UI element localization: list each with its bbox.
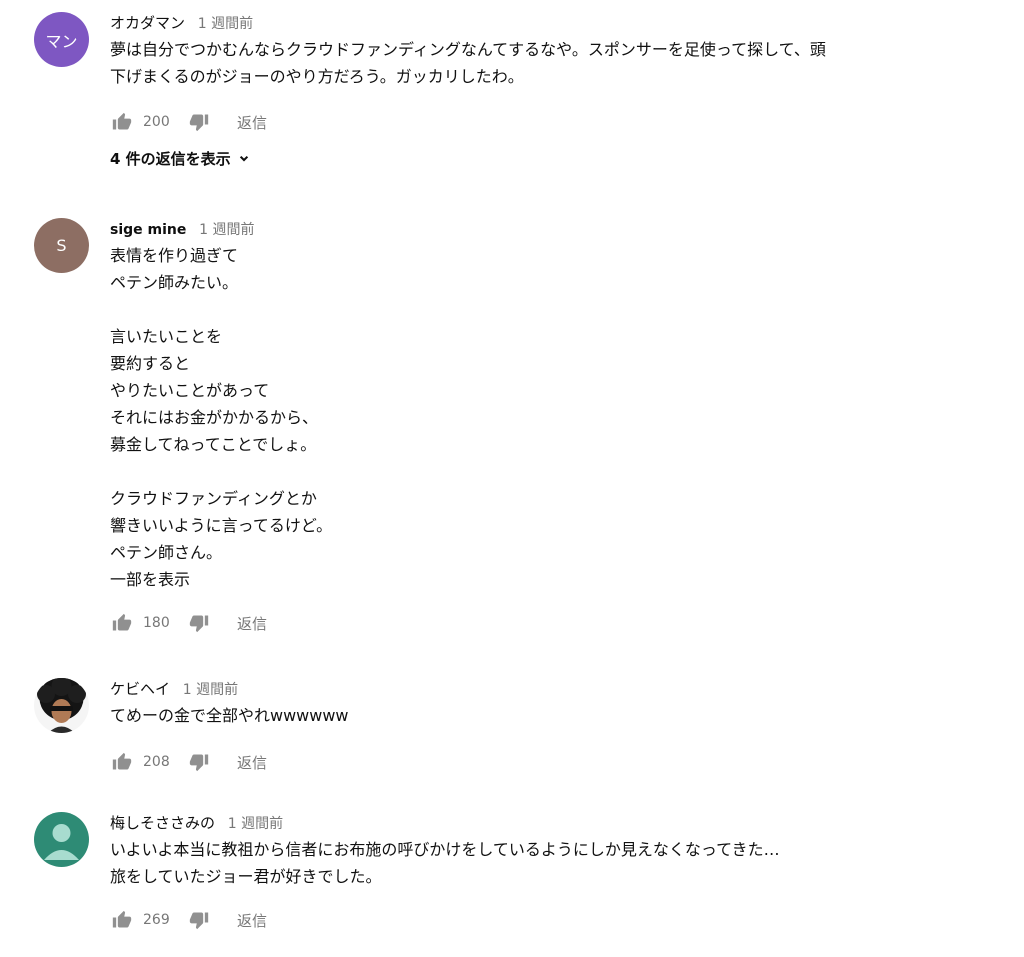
view-replies-label: 4 件の返信を表示: [110, 150, 231, 168]
comment-time[interactable]: 1 週間前: [199, 222, 254, 238]
reply-button[interactable]: 返信: [237, 752, 267, 773]
like-button[interactable]: [110, 611, 134, 635]
thumbs-down-icon: [189, 754, 209, 772]
thumbs-down-icon: [189, 912, 209, 930]
reply-button[interactable]: 返信: [237, 112, 267, 133]
comment-author[interactable]: ケビヘイ: [110, 680, 170, 698]
thumbs-up-icon: [112, 910, 132, 928]
comment-author[interactable]: sige mine: [110, 222, 186, 238]
comment-time[interactable]: 1 週間前: [198, 16, 253, 32]
comment-time[interactable]: 1 週間前: [183, 682, 238, 698]
like-count: 269: [143, 912, 170, 928]
thumbs-down-icon: [189, 114, 209, 132]
avatar-initials: マン: [45, 31, 78, 51]
comment-text: 表情を作り過ぎて ペテン師みたい。 言いたいことを 要約すると やりたいことがあ…: [110, 246, 333, 562]
dislike-button[interactable]: [187, 110, 211, 134]
reply-button[interactable]: 返信: [237, 910, 267, 931]
like-count: 200: [143, 114, 170, 130]
avatar[interactable]: [34, 812, 89, 867]
like-count: 180: [143, 615, 170, 631]
avatar[interactable]: マン: [34, 12, 89, 67]
comment-text: いよいよ本当に教祖から信者にお布施の呼びかけをしているようにしか見えなくなってき…: [110, 840, 780, 886]
afro-avatar-icon: [37, 678, 86, 733]
avatar[interactable]: S: [34, 218, 89, 273]
avatar-initials: S: [56, 236, 67, 255]
comment-author[interactable]: オカダマン: [110, 14, 185, 32]
thumbs-down-icon: [189, 615, 209, 633]
thumbs-up-icon: [112, 752, 132, 770]
like-button[interactable]: [110, 908, 134, 932]
show-less-link[interactable]: 一部を表示: [110, 566, 1000, 593]
dislike-button[interactable]: [187, 611, 211, 635]
dislike-button[interactable]: [187, 908, 211, 932]
chevron-down-icon: [239, 155, 248, 162]
dislike-button[interactable]: [187, 750, 211, 774]
like-button[interactable]: [110, 750, 134, 774]
like-button[interactable]: [110, 110, 134, 134]
comment-text: 夢は自分でつかむんならクラウドファンディングなんてするなや。スポンサーを足使って…: [110, 40, 826, 86]
like-count: 208: [143, 754, 170, 770]
view-replies-button[interactable]: 4 件の返信を表示: [110, 148, 1000, 169]
comment-time[interactable]: 1 週間前: [228, 816, 283, 832]
comment-text: てめーの金で全部やれwwwwww: [110, 706, 349, 725]
comment-author[interactable]: 梅しそささみの: [110, 814, 215, 832]
thumbs-up-icon: [112, 613, 132, 631]
avatar[interactable]: [34, 678, 89, 733]
default-user-icon: [44, 824, 79, 860]
thumbs-up-icon: [112, 112, 132, 130]
reply-button[interactable]: 返信: [237, 613, 267, 634]
